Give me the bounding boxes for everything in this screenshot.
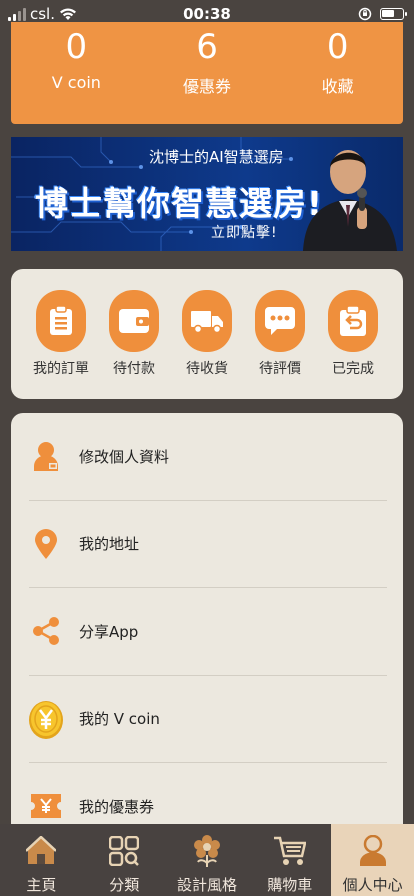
home-icon [0,832,83,870]
order-completed[interactable]: 已完成 [317,290,389,399]
order-pending-review[interactable]: 待評價 [244,290,316,399]
tab-home[interactable]: 主頁 [0,824,83,896]
order-pending-delivery[interactable]: 待收貨 [171,290,243,399]
banner-cta: 立即點擊! [211,225,278,241]
order-label: 待收貨 [186,361,228,377]
return-box-icon [328,290,378,352]
tab-label: 購物車 [267,876,313,894]
presenter-photo [303,150,397,251]
wallet-icon [109,290,159,352]
menu-label: 我的優惠券 [79,797,155,816]
tab-design-style[interactable]: 設計風格 [166,824,249,896]
stat-value: 0 [65,27,88,67]
order-label: 待付款 [113,361,155,377]
status-time: 00:38 [183,5,231,23]
order-my-orders[interactable]: 我的訂單 [25,290,97,399]
tab-cart[interactable]: 購物車 [248,824,331,896]
tab-label: 主頁 [26,876,57,894]
battery-icon [380,8,407,20]
order-label: 待評價 [259,361,301,377]
menu-edit-profile[interactable]: 修改個人資料 [29,413,387,501]
tab-label: 設計風格 [176,876,237,894]
order-pending-payment[interactable]: 待付款 [98,290,170,399]
truck-icon [182,290,232,352]
stat-label: 收藏 [321,77,354,96]
tab-label: 分類 [109,876,140,894]
person-icon [331,832,414,870]
menu-my-vcoin[interactable]: 我的 V coin [29,676,387,763]
stat-label: 優惠券 [183,77,232,96]
menu-my-coupons[interactable]: 我的優惠券 [29,763,387,833]
menu-label: 修改個人資料 [79,447,170,466]
tab-profile[interactable]: 個人中心 [331,824,414,896]
tab-bar: 主頁 分類 設計風格 購物車 個人中心 [0,824,414,896]
stat-vcoin[interactable]: 0 V coin [11,22,142,124]
cart-icon [248,832,331,870]
menu-label: 我的 V coin [79,710,160,729]
status-right [358,7,407,21]
stats-card: 0 V coin 6 優惠券 0 收藏 [11,22,403,124]
stat-value: 6 [196,27,218,67]
share-icon [29,611,63,651]
user-profile-icon [29,436,63,476]
stat-coupons[interactable]: 6 優惠券 [142,22,273,124]
coin-icon [29,699,63,739]
orientation-lock-icon [358,7,372,21]
menu-card: 修改個人資料 我的地址 分享App 我的 V coin 我的優惠券 [11,413,403,833]
coupon-icon [29,786,63,826]
stat-favorites[interactable]: 0 收藏 [272,22,403,124]
menu-label: 分享App [79,622,139,641]
menu-label: 我的地址 [79,535,140,554]
order-label: 已完成 [332,361,374,377]
order-label: 我的訂單 [33,361,89,377]
tab-category[interactable]: 分類 [83,824,166,896]
tab-label: 個人中心 [342,876,403,894]
menu-share-app[interactable]: 分享App [29,588,387,676]
flower-icon [166,832,249,870]
location-pin-icon [29,524,63,564]
clipboard-icon [36,290,86,352]
orders-card: 我的訂單 待付款 待收貨 待評價 已完成 [11,269,403,399]
menu-my-address[interactable]: 我的地址 [29,501,387,588]
chat-bubble-icon [255,290,305,352]
stat-label: V coin [51,73,101,92]
banner-headline: 博士幫你智慧選房! [35,184,324,223]
stat-value: 0 [326,27,349,67]
category-icon [83,832,166,870]
banner-subtitle: 沈博士的AI智慧選房 [149,148,284,166]
promo-banner[interactable]: 沈博士的AI智慧選房 博士幫你智慧選房! 立即點擊! [11,137,403,251]
